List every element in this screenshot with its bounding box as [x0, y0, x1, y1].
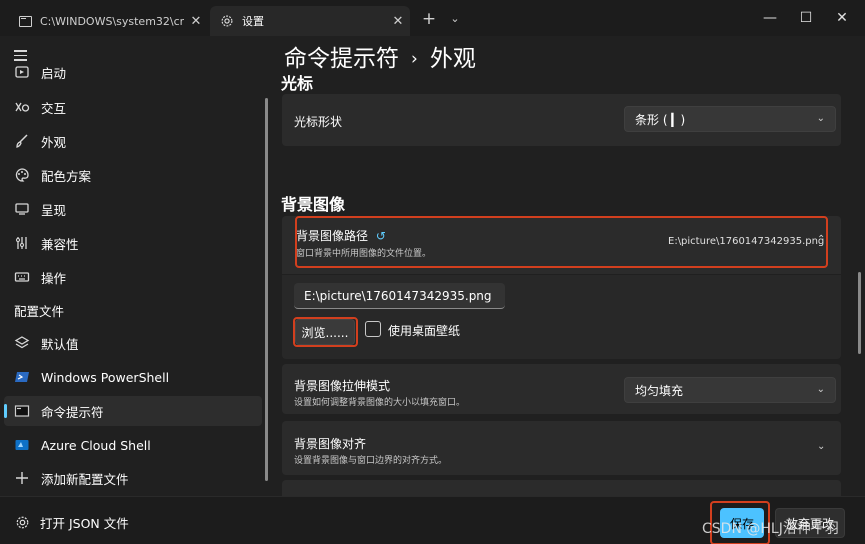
tab-cmd[interactable]: C:\WINDOWS\system32\cmd.e ✕: [8, 6, 208, 36]
tab-close-icon[interactable]: ✕: [184, 14, 208, 29]
background-path-input-value: E:\picture\1760147342935.png: [304, 288, 492, 303]
alignment-title: 背景图像对齐: [294, 437, 367, 451]
highlight-box-path: [295, 216, 828, 268]
sidebar-item-defaults[interactable]: 默认值: [4, 328, 262, 358]
sidebar-item-powershell[interactable]: Windows PowerShell: [4, 362, 262, 392]
gear-icon: [14, 515, 30, 531]
sidebar-item-label: 启动: [41, 66, 67, 81]
chevron-down-icon: ⌄: [816, 384, 825, 395]
sidebar-item-azure[interactable]: Azure Cloud Shell: [4, 430, 262, 460]
tab-settings[interactable]: 设置 ✕: [210, 6, 410, 36]
sidebar-item-label: 外观: [41, 134, 67, 150]
sidebar-item-color-schemes[interactable]: 配色方案: [4, 160, 262, 190]
keyboard-icon: [12, 267, 32, 287]
background-image-section-heading: 背景图像: [281, 195, 346, 214]
command-prompt-icon: [18, 14, 32, 28]
breadcrumb-separator: ›: [411, 49, 418, 69]
sidebar-item-label: 兼容性: [41, 236, 79, 252]
sidebar-item-label: 默认值: [41, 336, 79, 352]
desktop-wallpaper-checkbox[interactable]: [365, 321, 381, 337]
title-bar: C:\WINDOWS\system32\cmd.e ✕ 设置 ✕ + ⌄ — ☐…: [0, 0, 865, 36]
stretch-mode-card: 背景图像拉伸模式 设置如何调整背景图像的大小以填充窗口。 均匀填充 ⌄: [282, 364, 841, 414]
watermark: CSDN @HLJ洛神千羽: [702, 521, 839, 537]
open-json-button[interactable]: 打开 JSON 文件: [14, 513, 129, 532]
powershell-icon: [12, 367, 32, 387]
monitor-icon: [12, 199, 32, 219]
close-window-button[interactable]: ✕: [819, 0, 865, 36]
interaction-icon: [12, 97, 32, 117]
cursor-shape-value: 条形 ( ▎): [635, 112, 686, 127]
sidebar-item-label: Azure Cloud Shell: [41, 437, 151, 453]
next-setting-card: [282, 480, 841, 496]
paintbrush-icon: [12, 131, 32, 151]
background-path-expanded: E:\picture\1760147342935.png 浏览...... 使用…: [282, 275, 841, 359]
command-prompt-icon: [12, 401, 32, 421]
tab-label: 设置: [242, 15, 264, 28]
launch-icon: [12, 62, 32, 82]
sidebar-item-label: 呈现: [41, 202, 67, 218]
sidebar-scrollbar[interactable]: [265, 98, 268, 481]
sidebar-item-compatibility[interactable]: 兼容性: [4, 228, 262, 258]
stretch-mode-title: 背景图像拉伸模式: [294, 379, 391, 393]
chevron-down-icon: ⌄: [816, 113, 825, 124]
compatibility-icon: [12, 233, 32, 253]
azure-icon: [12, 435, 32, 455]
sidebar-item-label: 添加新配置文件: [41, 471, 129, 487]
profiles-section-label: 配置文件: [14, 304, 65, 319]
sidebar-item-rendering[interactable]: 呈现: [4, 194, 262, 224]
sidebar-item-label: 配色方案: [41, 168, 92, 184]
cursor-shape-label: 光标形状: [294, 115, 343, 129]
alignment-card[interactable]: 背景图像对齐 设置背景图像与窗口边界的对齐方式。 ⌄: [282, 421, 841, 475]
breadcrumb-parent[interactable]: 命令提示符: [284, 46, 399, 72]
sidebar-item-label: 命令提示符: [41, 404, 104, 420]
stretch-mode-dropdown[interactable]: 均匀填充 ⌄: [624, 377, 836, 403]
sidebar-item-label: 交互: [41, 100, 67, 116]
footer-bar: 打开 JSON 文件 保存 放弃更改 CSDN @HLJ洛神千羽: [0, 496, 865, 544]
gear-icon: [220, 14, 234, 28]
sidebar: 启动 交互 外观 配色方案 呈现 兼容性 操作 配置文件 默认值 Windows…: [0, 36, 270, 496]
desktop-wallpaper-label: 使用桌面壁纸: [388, 324, 461, 338]
sidebar-item-label: Windows PowerShell: [41, 369, 170, 385]
tab-label: C:\WINDOWS\system32\cmd.e: [40, 14, 184, 28]
open-json-label: 打开 JSON 文件: [40, 516, 129, 531]
sidebar-item-actions[interactable]: 操作: [4, 262, 262, 292]
sidebar-item-interaction[interactable]: 交互: [4, 92, 262, 122]
tab-close-icon[interactable]: ✕: [386, 14, 410, 29]
sidebar-item-launch[interactable]: 启动: [4, 60, 262, 82]
highlight-box-browse: [293, 317, 358, 347]
sidebar-item-label: 操作: [41, 270, 67, 286]
palette-icon: [12, 165, 32, 185]
sidebar-item-appearance[interactable]: 外观: [4, 126, 262, 156]
breadcrumb: 命令提示符 › 外观: [284, 39, 476, 73]
plus-icon: [12, 468, 32, 488]
page-title: 外观: [429, 46, 476, 72]
alignment-description: 设置背景图像与窗口边界的对齐方式。: [294, 456, 448, 466]
stretch-mode-description: 设置如何调整背景图像的大小以填充窗口。: [294, 398, 466, 408]
stretch-mode-value: 均匀填充: [635, 383, 684, 398]
cursor-shape-card: 光标形状 条形 ( ▎) ⌄: [282, 94, 841, 146]
chevron-down-icon: ⌄: [817, 441, 826, 452]
content-scrollbar[interactable]: [858, 272, 861, 354]
cursor-section-heading: 光标: [281, 74, 314, 93]
settings-content: 命令提示符 › 外观 光标 光标形状 条形 ( ▎) ⌄ 背景图像 背景图像路径 ↺…: [270, 36, 865, 496]
cursor-shape-dropdown[interactable]: 条形 ( ▎) ⌄: [624, 106, 836, 132]
layers-icon: [12, 333, 32, 353]
new-tab-button[interactable]: +: [418, 8, 440, 30]
sidebar-item-add-profile[interactable]: 添加新配置文件: [4, 463, 262, 493]
sidebar-item-command-prompt[interactable]: 命令提示符: [4, 396, 262, 426]
background-path-input[interactable]: E:\picture\1760147342935.png: [294, 283, 505, 309]
tab-dropdown-button[interactable]: ⌄: [446, 8, 464, 30]
